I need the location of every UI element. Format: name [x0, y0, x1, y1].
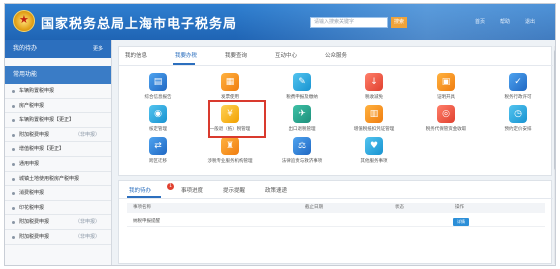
column-header: 操作	[455, 205, 464, 210]
sidebar-todo-label: 我的待办	[13, 45, 38, 52]
tax-declare-icon: ✎	[293, 73, 311, 91]
certificate-icon: ▣	[437, 73, 455, 91]
vat-voucher-icon: ▥	[365, 105, 383, 123]
scrollbar[interactable]	[554, 46, 555, 264]
tax-emblem-icon	[13, 10, 35, 32]
logout-link[interactable]: 退出	[525, 18, 535, 25]
fund-icon: ◎	[437, 105, 455, 123]
active-tab-indicator	[173, 63, 195, 65]
sidebar: 我的待办 更多 常用功能 车辆购置税申报 房产税申报 车辆购置税申报【更正】 附…	[5, 40, 112, 265]
app-window: 国家税务总局上海市电子税务局 请输入搜索关键字 搜索 首页 帮助 退出 我的待办…	[4, 3, 556, 266]
bottom-tab-divider	[119, 198, 553, 199]
invoice-icon: ▦	[221, 73, 239, 91]
tab-handle-tax[interactable]: 我要办税	[175, 51, 197, 59]
help-link[interactable]: 帮助	[500, 18, 510, 25]
service-tax-declare[interactable]: ✎ 税费申报及缴纳	[273, 73, 331, 100]
verify-icon: ◉	[149, 105, 167, 123]
service-migration[interactable]: ⇄ 跨区迁移	[129, 137, 187, 164]
home-link[interactable]: 首页	[475, 18, 485, 25]
todo-panel: 我的待办 1 事项进度 提示提醒 政策速递 事项名称 截止日期 状态 操作 纳税…	[118, 180, 553, 264]
other-service-icon: ♥	[365, 137, 383, 155]
service-pricing[interactable]: ◷ 预约定价安排	[489, 105, 547, 132]
sidebar-item[interactable]: 附加税费申报 （非申报）	[5, 215, 111, 230]
todo-count-badge: 1	[167, 183, 174, 190]
column-header: 状态	[395, 205, 404, 210]
service-agency[interactable]: ♜ 涉税专业服务机构管理	[201, 137, 259, 164]
sidebar-item[interactable]: 增值税申报【更正】	[5, 142, 111, 157]
search-button[interactable]: 搜索	[391, 17, 407, 28]
tab-reminder[interactable]: 提示提醒	[223, 186, 245, 194]
tab-progress[interactable]: 事项进度	[181, 186, 203, 194]
column-header: 截止日期	[305, 205, 323, 210]
sidebar-item[interactable]: 房产税申报	[5, 99, 111, 114]
sidebar-item[interactable]: 附加税费申报 （非申报）	[5, 128, 111, 143]
site-title: 国家税务总局上海市电子税务局	[41, 17, 238, 32]
tab-my-info[interactable]: 我的信息	[125, 51, 147, 59]
table-header: 事项名称 截止日期 状态 操作	[127, 203, 545, 213]
service-info-report[interactable]: ▤ 综合信息报告	[129, 73, 187, 100]
sidebar-todo-header[interactable]: 我的待办 更多	[5, 40, 111, 58]
service-panel: 我的信息 我要办税 我要查询 互动中心 公众服务 ▤ 综合信息报告 ▦ 发票使用 ✎…	[118, 46, 553, 176]
column-header: 事项名称	[133, 205, 151, 210]
tab-interaction[interactable]: 互动中心	[275, 51, 297, 59]
service-vat-voucher[interactable]: ▥ 增值税抵扣凭证管理	[345, 105, 403, 132]
header-bar: 国家税务总局上海市电子税务局 请输入搜索关键字 搜索 首页 帮助 退出	[5, 4, 555, 40]
service-fund[interactable]: ◎ 税务代保管资金收取	[417, 105, 475, 132]
detail-button[interactable]: 详情	[453, 218, 469, 226]
sidebar-item[interactable]: 城镇土地使用税房产税申报	[5, 172, 111, 187]
tab-my-todo[interactable]: 我的待办	[129, 186, 151, 194]
scrollbar-thumb[interactable]	[554, 50, 555, 170]
sidebar-common-header[interactable]: 常用功能	[5, 66, 111, 84]
pricing-icon: ◷	[509, 105, 527, 123]
table-row[interactable]: 纳税申报提醒 详情	[127, 217, 545, 227]
agency-icon: ♜	[221, 137, 239, 155]
service-export-refund[interactable]: ✈ 出口退税管理	[273, 105, 331, 132]
service-other[interactable]: ♥ 其他服务事项	[345, 137, 403, 164]
reduction-icon: ↓	[365, 73, 383, 91]
tab-public-service[interactable]: 公众服务	[325, 51, 347, 59]
todo-name: 纳税申报提醒	[133, 219, 160, 224]
service-permit[interactable]: ✓ 税务行政许可	[489, 73, 547, 100]
sidebar-item[interactable]: 附加税费申报 （非申报）	[5, 230, 111, 245]
sidebar-item[interactable]: 印花税申报	[5, 201, 111, 216]
sidebar-more-link[interactable]: 更多	[93, 40, 103, 58]
service-reduction[interactable]: ↓ 税收减免	[345, 73, 403, 100]
sidebar-item[interactable]: 通用申报	[5, 157, 111, 172]
service-certificate[interactable]: ▣ 证明开具	[417, 73, 475, 100]
service-verify[interactable]: ◉ 核定管理	[129, 105, 187, 132]
search-input[interactable]: 请输入搜索关键字	[310, 17, 388, 28]
permit-icon: ✓	[509, 73, 527, 91]
law-icon: ⚖	[293, 137, 311, 155]
service-law[interactable]: ⚖ 法律追责与救济事项	[273, 137, 331, 164]
highlight-box	[208, 100, 266, 138]
tab-divider	[119, 65, 553, 66]
export-refund-icon: ✈	[293, 105, 311, 123]
tab-query[interactable]: 我要查询	[225, 51, 247, 59]
sidebar-item[interactable]: 消费税申报	[5, 186, 111, 201]
tab-policy[interactable]: 政策速递	[265, 186, 287, 194]
service-invoice[interactable]: ▦ 发票使用	[201, 73, 259, 100]
sidebar-item[interactable]: 车辆购置税申报【更正】	[5, 113, 111, 128]
document-icon: ▤	[149, 73, 167, 91]
sidebar-item[interactable]: 车辆购置税申报	[5, 84, 111, 99]
migration-icon: ⇄	[149, 137, 167, 155]
